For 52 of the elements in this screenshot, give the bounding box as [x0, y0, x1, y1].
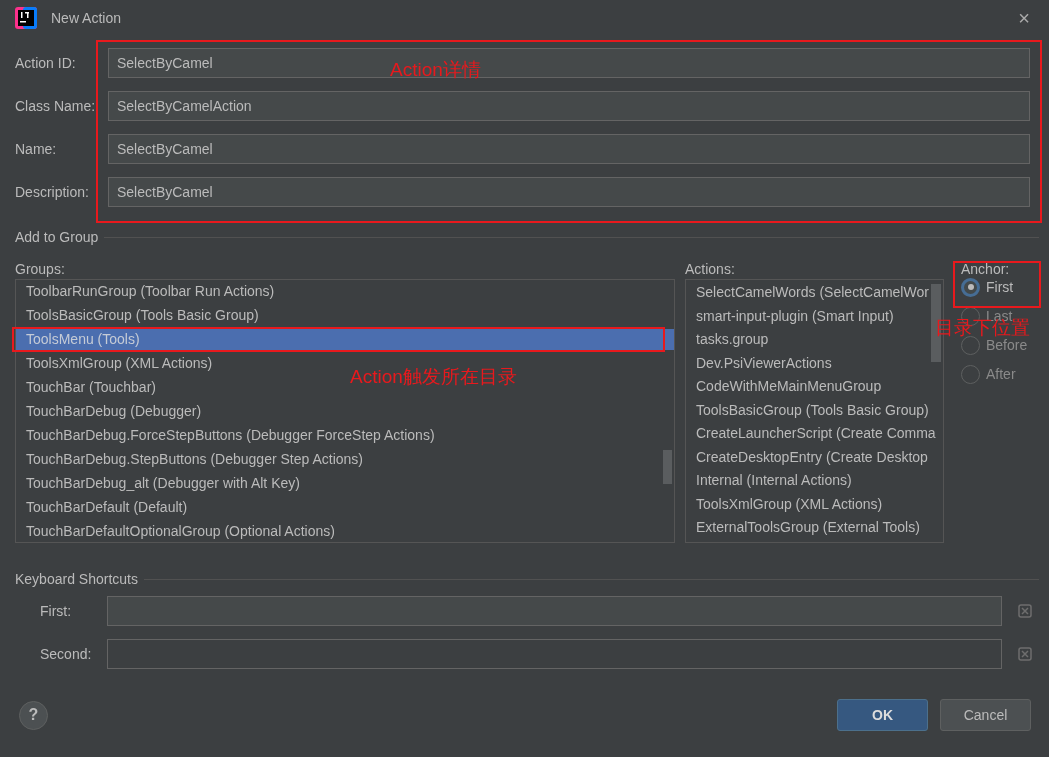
field-label: Description: — [15, 182, 90, 202]
group-list-item[interactable]: ToolsMenu (Tools) — [16, 329, 674, 350]
shortcut-field[interactable] — [107, 639, 1002, 669]
field-label: Action ID: — [15, 53, 77, 73]
radio-button[interactable] — [961, 335, 980, 355]
close-button[interactable]: × — [1014, 8, 1034, 28]
section-title: Add to Group — [15, 227, 99, 247]
text-field[interactable]: SelectByCamel — [108, 177, 1030, 207]
section-title: Keyboard Shortcuts — [15, 569, 138, 589]
radio-button[interactable] — [961, 364, 980, 384]
radio-label: Before — [986, 336, 1028, 355]
group-list-item[interactable]: TouchBarDebug (Debugger) — [16, 401, 206, 422]
field-label: Class Name: — [15, 96, 97, 116]
annotation-text: Action触发所在目录 — [350, 365, 517, 389]
group-list-item[interactable]: ToolbarRunGroup (Toolbar Run Actions) — [16, 281, 279, 302]
clear-icon[interactable] — [1018, 604, 1032, 618]
ok-button[interactable]: OK — [837, 699, 928, 731]
action-list-item[interactable]: CreateDesktopEntry (Create Desktop — [686, 445, 943, 469]
group-list-item[interactable]: ToolsBasicGroup (Tools Basic Group) — [16, 305, 263, 326]
shortcut-field[interactable] — [107, 596, 1002, 626]
list-label: Actions: — [685, 260, 736, 279]
action-list-item[interactable]: ToolsXmlGroup (XML Actions) — [686, 492, 943, 516]
clear-icon[interactable] — [1018, 647, 1032, 661]
action-list-item[interactable]: SelectCamelWords (SelectCamelWor — [686, 281, 943, 305]
help-button[interactable]: ? — [19, 700, 48, 730]
radio-button[interactable] — [961, 277, 980, 297]
action-list-item[interactable]: ExternalToolsGroup (External Tools) — [686, 516, 943, 540]
group-list-item[interactable]: ToolsXmlGroup (XML Actions) — [16, 353, 217, 374]
scrollbar-thumb[interactable] — [663, 450, 672, 484]
shortcut-label: Second: — [40, 644, 93, 664]
action-list-item[interactable]: ToolsBasicGroup (Tools Basic Group) — [686, 398, 943, 422]
group-list-item[interactable]: TouchBarDebug.ForceStepButtons (Debugger ForceStep Actions) — [16, 425, 439, 446]
group-list-item[interactable]: TouchBar (Touchbar) — [16, 377, 160, 398]
group-list-item[interactable]: TouchBarDebug_alt (Debugger with Alt Key) — [16, 473, 304, 494]
cancel-button[interactable]: Cancel — [940, 699, 1031, 731]
group-list-item[interactable]: TouchBarDebug.StepButtons (Debugger Step Actions) — [16, 449, 367, 470]
action-list-item[interactable]: CodeWithMeMainMenuGroup — [686, 375, 943, 399]
group-list-item[interactable]: TouchBarDefault (Default) — [16, 497, 192, 518]
action-list-item[interactable]: Dev.PsiViewerActions — [686, 351, 943, 375]
radio-label: After — [986, 364, 1016, 384]
anchor-label: Anchor: — [961, 260, 1011, 279]
group-list-item[interactable]: TouchBarDefaultOptionalGroup (Optional Actions) — [16, 521, 339, 542]
action-list-item[interactable]: Internal (Internal Actions) — [686, 469, 943, 493]
text-field[interactable]: SelectByCamelAction — [108, 91, 1030, 121]
field-label: Name: — [15, 139, 58, 159]
radio-label: First — [986, 277, 1014, 297]
list-label: Groups: — [15, 260, 66, 279]
shortcut-label: First: — [40, 601, 73, 621]
app-logo-icon — [15, 7, 37, 29]
text-field[interactable]: SelectByCamel — [108, 134, 1030, 164]
window-title: New Action — [51, 8, 122, 28]
action-list-item[interactable]: CreateLauncherScript (Create Comma — [686, 422, 943, 446]
